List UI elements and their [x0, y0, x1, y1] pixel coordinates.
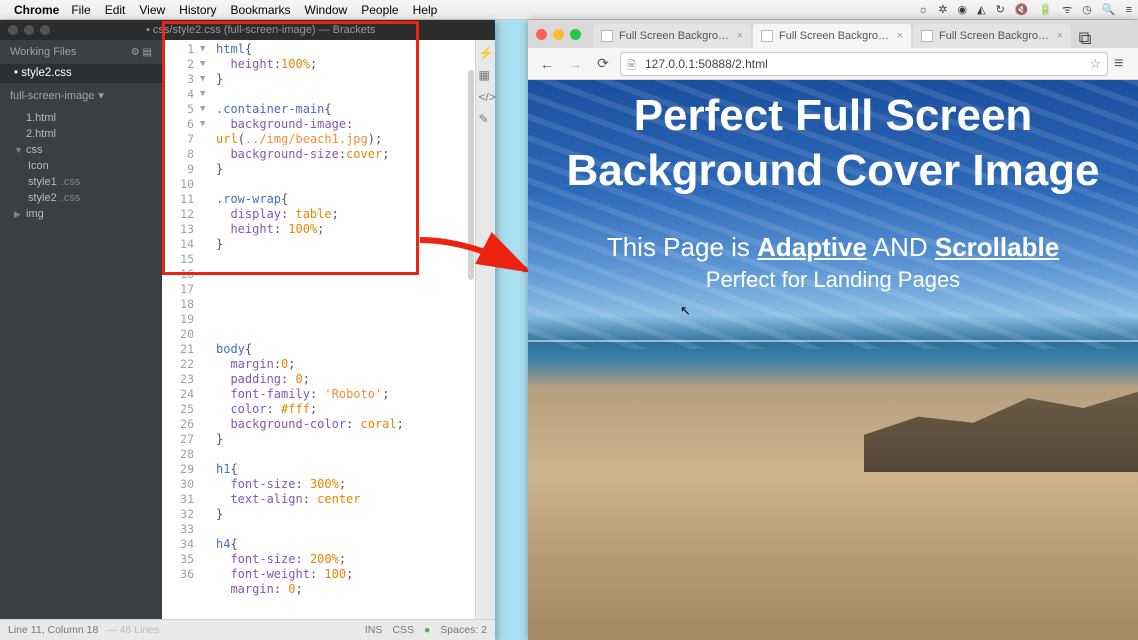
close-tab-icon[interactable]: ×: [1057, 30, 1063, 42]
menu-window[interactable]: Window: [305, 3, 348, 17]
file-name: style2.css: [21, 67, 72, 79]
tree-folder[interactable]: ▼css: [14, 142, 162, 158]
code-content[interactable]: html{ height:100%;} .container-main{ bac…: [216, 42, 465, 597]
cursor-position: Line 11, Column 18: [8, 624, 98, 636]
tab-title: Full Screen Background: [939, 30, 1051, 42]
working-files-header[interactable]: Working Files ⚙ ▤: [0, 40, 162, 64]
clock-icon[interactable]: ◷: [1082, 3, 1092, 16]
close-tab-icon[interactable]: ×: [897, 30, 903, 42]
menu-edit[interactable]: Edit: [105, 3, 126, 17]
hero-tagline: Perfect for Landing Pages: [528, 267, 1138, 293]
menu-people[interactable]: People: [361, 3, 398, 17]
window-minimize-icon[interactable]: [24, 25, 34, 35]
tree-item[interactable]: Icon: [14, 158, 162, 174]
menu-bookmarks[interactable]: Bookmarks: [231, 3, 291, 17]
file-tree: 1.html 2.html ▼css Icon style1.css style…: [0, 108, 162, 228]
window-minimize-icon[interactable]: [553, 29, 564, 40]
tree-item[interactable]: 2.html: [14, 126, 162, 142]
chrome-menu-icon[interactable]: ≡: [1114, 55, 1130, 73]
window-title: • css/style2.css (full-screen-image) — B…: [146, 24, 375, 36]
window-close-icon[interactable]: [536, 29, 547, 40]
brackets-titlebar[interactable]: • css/style2.css (full-screen-image) — B…: [0, 20, 495, 40]
code-editor[interactable]: 1234567891011121314151617181920212223242…: [162, 40, 475, 619]
brackets-sidebar: Working Files ⚙ ▤ style2.css full-screen…: [0, 40, 162, 619]
bookmark-star-icon[interactable]: ☆: [1089, 56, 1101, 72]
macos-menu-bar: Chrome File Edit View History Bookmarks …: [0, 0, 1138, 20]
window-zoom-icon[interactable]: [570, 29, 581, 40]
forward-button[interactable]: →: [564, 53, 586, 75]
favicon-icon: [761, 30, 773, 42]
menu-help[interactable]: Help: [413, 3, 438, 17]
tree-item[interactable]: style2.css: [14, 190, 162, 206]
menu-history[interactable]: History: [179, 3, 216, 17]
status-icon[interactable]: ✲: [938, 3, 947, 16]
line-gutter: 1234567891011121314151617181920212223242…: [162, 42, 200, 582]
favicon-icon: [601, 30, 613, 42]
insert-mode[interactable]: INS: [365, 624, 383, 636]
window-close-icon[interactable]: [8, 25, 18, 35]
tree-folder[interactable]: ▶img: [14, 206, 162, 222]
browser-toolbar: ← → ⟳ 🗎 127.0.0.1:50888/2.html ☆ ≡: [528, 48, 1138, 80]
favicon-icon: [921, 30, 933, 42]
project-selector[interactable]: full-screen-image ▾: [0, 82, 162, 108]
pen-icon[interactable]: ✎: [479, 112, 493, 126]
lint-status-icon[interactable]: ●: [424, 624, 430, 636]
window-zoom-icon[interactable]: [40, 25, 50, 35]
scrollbar-thumb[interactable]: [468, 70, 474, 280]
address-bar[interactable]: 🗎 127.0.0.1:50888/2.html ☆: [620, 52, 1108, 76]
brackets-right-rail: ⚡ ▦ </> ✎: [475, 40, 495, 619]
status-bar: Line 11, Column 18 — 46 Lines INS CSS ● …: [0, 619, 495, 640]
notifications-icon[interactable]: ≡: [1126, 4, 1132, 16]
tree-item[interactable]: 1.html: [14, 110, 162, 126]
brackets-window: • css/style2.css (full-screen-image) — B…: [0, 20, 495, 640]
browser-tab[interactable]: Full Screen Background ×: [593, 24, 751, 48]
chrome-window: Full Screen Background × Full Screen Back…: [528, 20, 1138, 640]
gear-icon[interactable]: ⚙ ▤: [131, 47, 152, 58]
new-tab-button[interactable]: ⧉: [1073, 28, 1097, 48]
url-text: 127.0.0.1:50888/2.html: [645, 57, 1083, 71]
reload-button[interactable]: ⟳: [592, 53, 614, 75]
page-icon: 🗎: [627, 57, 639, 71]
tab-title: Full Screen Background: [779, 30, 891, 42]
language-mode[interactable]: CSS: [392, 624, 414, 636]
line-count: — 46 Lines: [106, 624, 159, 636]
hero-content: Perfect Full ScreenBackground Cover Imag…: [528, 80, 1138, 640]
status-icon[interactable]: ◭: [977, 3, 985, 16]
battery-icon[interactable]: 🔋: [1039, 3, 1053, 16]
tab-title: Full Screen Background: [619, 30, 731, 42]
browser-tab[interactable]: Full Screen Background ×: [913, 24, 1071, 48]
menu-view[interactable]: View: [139, 3, 165, 17]
browser-tab[interactable]: Full Screen Background ×: [753, 24, 911, 48]
volume-icon[interactable]: 🔇: [1015, 3, 1029, 16]
status-icon[interactable]: ↻: [996, 3, 1005, 16]
folder-closed-icon: ▶: [14, 209, 22, 220]
status-icon[interactable]: ☼: [918, 4, 928, 16]
folder-open-icon: ▼: [14, 145, 22, 155]
spotlight-icon[interactable]: 🔍: [1102, 3, 1116, 16]
wifi-icon[interactable]: ᯤ: [1062, 2, 1072, 17]
hero-subheading: This Page is Adaptive AND Scrollable: [528, 232, 1138, 263]
fold-column[interactable]: ▼▼▼▼▼▼: [200, 42, 212, 132]
back-button[interactable]: ←: [536, 53, 558, 75]
close-tab-icon[interactable]: ×: [737, 30, 743, 42]
tree-item[interactable]: style1.css: [14, 174, 162, 190]
hero-heading: Perfect Full ScreenBackground Cover Imag…: [528, 80, 1138, 198]
working-file-item[interactable]: style2.css: [0, 64, 162, 82]
indent-setting[interactable]: Spaces: 2: [440, 624, 487, 636]
chevron-down-icon: ▾: [98, 89, 104, 102]
extension-icon[interactable]: ▦: [479, 68, 493, 82]
tab-strip: Full Screen Background × Full Screen Back…: [528, 20, 1138, 48]
menu-file[interactable]: File: [71, 3, 90, 17]
live-preview-icon[interactable]: ⚡: [479, 46, 493, 60]
page-viewport[interactable]: Perfect Full ScreenBackground Cover Imag…: [528, 80, 1138, 640]
working-files-label: Working Files: [10, 46, 76, 58]
app-name[interactable]: Chrome: [14, 3, 59, 17]
project-name: full-screen-image: [10, 90, 94, 102]
code-icon[interactable]: </>: [479, 90, 493, 104]
status-icon[interactable]: ◉: [958, 3, 968, 16]
